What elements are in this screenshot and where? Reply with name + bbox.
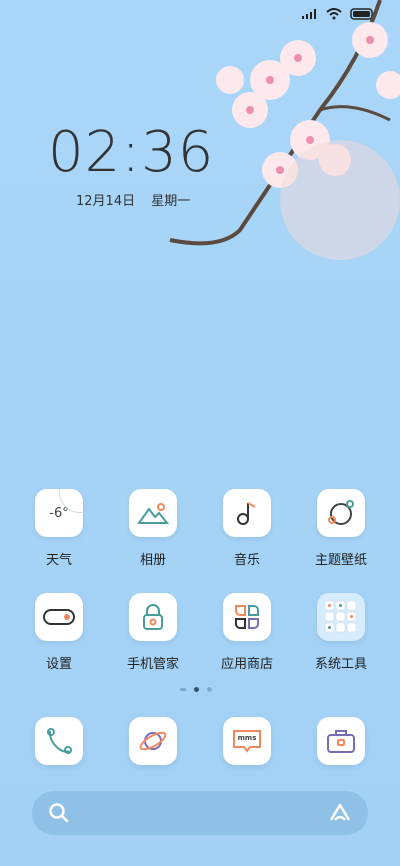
app-system-tools[interactable]: 系统工具 [301, 593, 381, 672]
messages-text: mms [237, 734, 257, 742]
app-label: 系统工具 [314, 657, 367, 672]
weekday-text: 星期一 [151, 194, 191, 209]
assistant-icon[interactable] [328, 802, 352, 824]
page-dot[interactable] [207, 687, 212, 692]
browser-planet-icon [129, 717, 177, 765]
security-lock-icon [129, 593, 177, 641]
settings-toggle-icon [35, 593, 83, 641]
app-gallery[interactable]: 相册 [113, 489, 193, 568]
dock-messages[interactable]: mms [207, 717, 287, 765]
search-icon [49, 803, 69, 823]
app-store-icon [223, 593, 271, 641]
app-store[interactable]: 应用商店 [207, 593, 287, 672]
folder-icon [317, 593, 365, 641]
app-label: 相册 [139, 553, 166, 568]
music-note-icon [223, 489, 271, 537]
page-dot-menu[interactable] [180, 688, 186, 691]
dock-browser[interactable] [113, 717, 193, 765]
themes-icon [317, 489, 365, 537]
dock-phone[interactable] [19, 717, 99, 765]
page-dot-active[interactable] [194, 687, 199, 692]
lockscreen-date: 12月14日 星期一 [76, 190, 202, 209]
app-music[interactable]: 音乐 [207, 489, 287, 568]
app-themes[interactable]: 主题壁纸 [301, 489, 381, 568]
app-settings[interactable]: 设置 [19, 593, 99, 672]
search-bar[interactable] [32, 791, 368, 835]
date-text: 12月14日 [76, 194, 136, 209]
toolbox-icon [317, 717, 365, 765]
app-label: 手机管家 [126, 657, 179, 672]
messages-icon: mms [223, 717, 271, 765]
app-label: 应用商店 [220, 657, 273, 672]
app-label: 音乐 [233, 553, 260, 568]
app-label: 主题壁纸 [314, 553, 367, 568]
weather-icon: -6° [35, 489, 83, 537]
lockscreen-clock: 02:36 [48, 120, 215, 185]
page-indicator [180, 687, 212, 692]
app-label: 设置 [45, 657, 72, 672]
app-phone-manager[interactable]: 手机管家 [113, 593, 193, 672]
dock-toolbox[interactable] [301, 717, 381, 765]
phone-icon [35, 717, 83, 765]
app-weather[interactable]: -6° 天气 [19, 489, 99, 568]
gallery-icon [129, 489, 177, 537]
app-label: 天气 [45, 553, 72, 568]
